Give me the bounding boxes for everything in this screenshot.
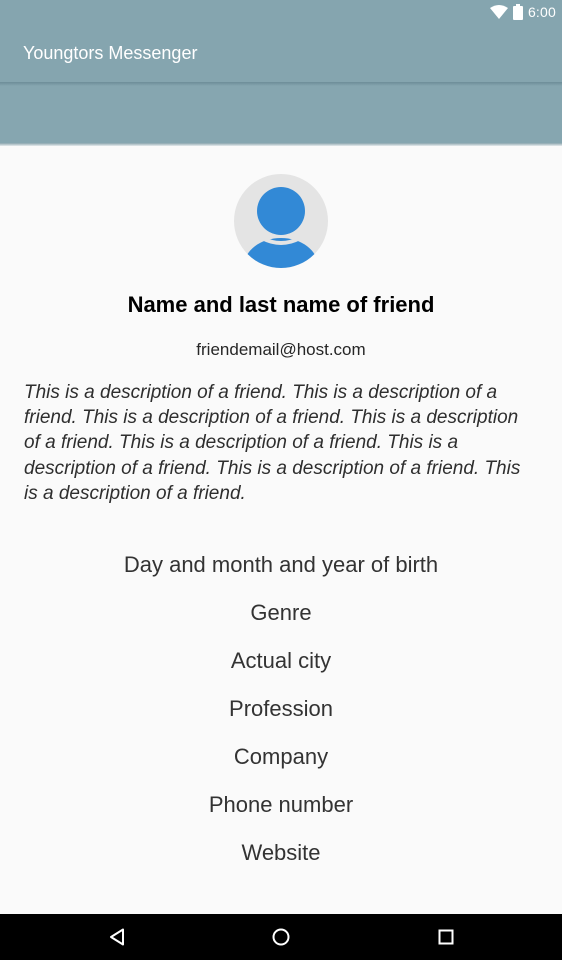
battery-icon: [512, 4, 523, 20]
friend-description: This is a description of a friend. This …: [24, 382, 521, 504]
website-text: Website: [241, 840, 321, 865]
friend-name: Name and last name of friend: [127, 292, 435, 317]
recents-button[interactable]: [423, 914, 469, 960]
company-text: Company: [233, 744, 329, 769]
phone-number-text: Phone number: [208, 792, 354, 817]
back-button[interactable]: [94, 914, 140, 960]
person-icon: [234, 174, 328, 268]
status-bar: 6:00: [0, 0, 562, 24]
back-icon: [110, 928, 124, 946]
birth-date-text: Day and month and year of birth: [123, 552, 439, 577]
recents-icon: [438, 929, 454, 945]
status-time: 6:00: [527, 4, 556, 20]
home-icon: [272, 928, 290, 946]
profile-content: Name and last name of friend friendemail…: [0, 146, 562, 914]
header-band: [0, 86, 562, 144]
city-text: Actual city: [230, 648, 332, 673]
app-title: Youngtors Messenger: [23, 43, 198, 63]
status-icons: 6:00: [489, 0, 556, 24]
profession-text: Profession: [229, 696, 333, 721]
wifi-icon: [489, 5, 508, 19]
genre-text: Genre: [250, 600, 312, 625]
navigation-bar: [0, 914, 562, 960]
home-button[interactable]: [258, 914, 304, 960]
friend-email: friendemail@host.com: [196, 340, 366, 359]
app-toolbar: Youngtors Messenger: [0, 24, 562, 84]
avatar: [234, 174, 328, 268]
